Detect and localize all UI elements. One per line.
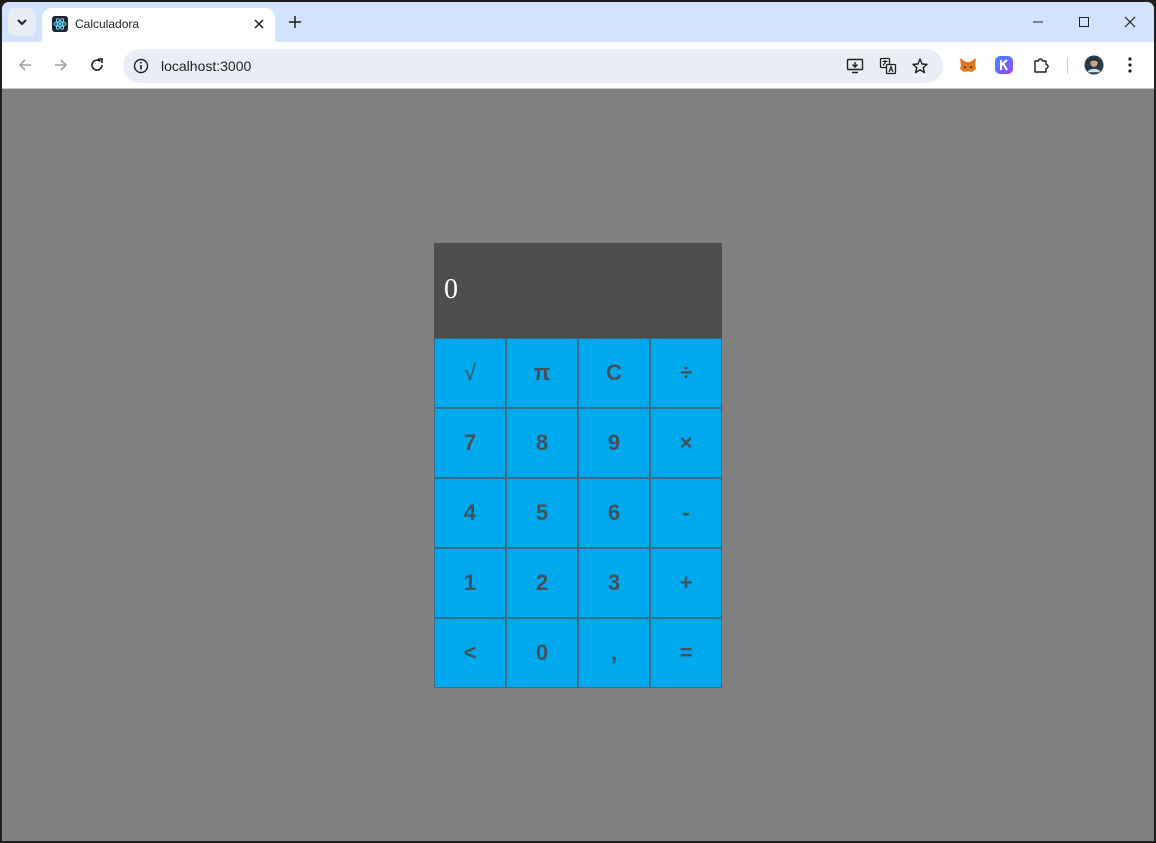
minimize-button[interactable] xyxy=(1026,10,1050,34)
metamask-fox-icon[interactable] xyxy=(958,55,978,75)
calculator: 0 √ π C ÷ 7 8 9 × 4 5 6 - 1 2 3 + < 0 , … xyxy=(434,243,722,688)
menu-kebab-icon[interactable] xyxy=(1120,55,1140,75)
close-icon xyxy=(1124,16,1136,28)
keypad: √ π C ÷ 7 8 9 × 4 5 6 - 1 2 3 + < 0 , = xyxy=(434,338,722,688)
back-button[interactable] xyxy=(13,53,37,77)
arrow-right-icon xyxy=(55,59,68,71)
tab-title: Calculadora xyxy=(75,17,140,31)
key-6[interactable]: 6 xyxy=(578,478,650,548)
close-window-button[interactable] xyxy=(1118,10,1142,34)
browser-toolbar: localhost:3000 xyxy=(2,42,1154,89)
translate-icon[interactable] xyxy=(878,56,898,76)
key-pi[interactable]: π xyxy=(506,338,578,408)
plus-icon xyxy=(289,16,301,28)
key-5[interactable]: 5 xyxy=(506,478,578,548)
key-divide[interactable]: ÷ xyxy=(650,338,722,408)
key-3[interactable]: 3 xyxy=(578,548,650,618)
key-backspace[interactable]: < xyxy=(434,618,506,688)
bookmark-star-icon[interactable] xyxy=(910,56,930,76)
calculator-display: 0 xyxy=(434,243,722,338)
reload-button[interactable] xyxy=(85,53,109,77)
tab-close-button[interactable] xyxy=(251,16,267,32)
key-multiply[interactable]: × xyxy=(650,408,722,478)
chevron-down-icon xyxy=(17,19,27,26)
maximize-icon xyxy=(1079,17,1089,27)
tab-search-button[interactable] xyxy=(8,8,36,36)
key-equals[interactable]: = xyxy=(650,618,722,688)
key-sqrt[interactable]: √ xyxy=(434,338,506,408)
address-bar[interactable]: localhost:3000 xyxy=(123,49,943,83)
url-text[interactable]: localhost:3000 xyxy=(161,58,251,74)
key-7[interactable]: 7 xyxy=(434,408,506,478)
site-info-icon[interactable] xyxy=(132,57,150,75)
maximize-button[interactable] xyxy=(1072,10,1096,34)
react-logo-icon xyxy=(52,16,68,32)
profile-avatar[interactable] xyxy=(1084,55,1104,75)
extensions-puzzle-icon[interactable] xyxy=(1031,55,1051,75)
new-tab-button[interactable] xyxy=(284,11,306,33)
key-4[interactable]: 4 xyxy=(434,478,506,548)
minimize-icon xyxy=(1033,21,1043,23)
tab-strip: Calculadora xyxy=(2,2,1154,42)
key-clear[interactable]: C xyxy=(578,338,650,408)
key-add[interactable]: + xyxy=(650,548,722,618)
install-app-icon[interactable] xyxy=(845,56,865,76)
key-0[interactable]: 0 xyxy=(506,618,578,688)
forward-button[interactable] xyxy=(49,53,73,77)
browser-window: Calculadora localhost:3000 0 √ π C ÷ 7 8… xyxy=(2,2,1154,841)
key-decimal-comma[interactable]: , xyxy=(578,618,650,688)
arrow-left-icon xyxy=(18,59,31,71)
reload-icon xyxy=(91,58,103,71)
display-value: 0 xyxy=(444,274,458,305)
active-tab[interactable]: Calculadora xyxy=(42,8,275,42)
key-subtract[interactable]: - xyxy=(650,478,722,548)
close-icon xyxy=(254,19,264,29)
key-8[interactable]: 8 xyxy=(506,408,578,478)
toolbar-separator xyxy=(1067,58,1068,74)
key-2[interactable]: 2 xyxy=(506,548,578,618)
key-1[interactable]: 1 xyxy=(434,548,506,618)
key-9[interactable]: 9 xyxy=(578,408,650,478)
k-extension-icon[interactable] xyxy=(994,55,1014,75)
